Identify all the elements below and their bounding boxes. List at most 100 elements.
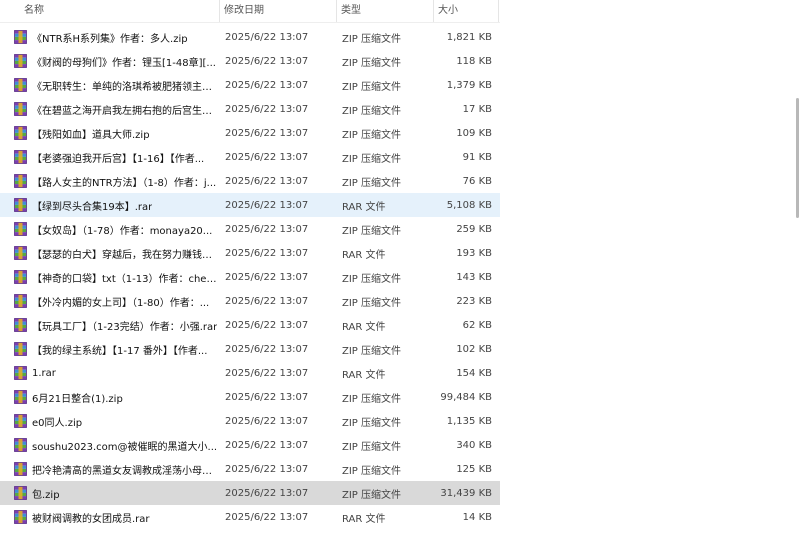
file-name: 6月21日整合(1).zip xyxy=(32,393,123,405)
file-type: ZIP 压缩文件 xyxy=(342,105,402,117)
file-date: 2025/6/22 13:07 xyxy=(225,439,309,451)
file-name-cell[interactable]: 【我的绿主系统】【1-17 番外】【作者... xyxy=(0,342,220,357)
file-date: 2025/6/22 13:07 xyxy=(225,31,309,43)
file-size: 223 KB xyxy=(456,295,492,307)
archive-icon xyxy=(14,342,27,356)
file-type: ZIP 压缩文件 xyxy=(342,297,402,309)
file-row[interactable]: 《NTR系H系列集》作者：多人.zip 2025/6/22 13:07 ZIP 压缩… xyxy=(0,25,500,49)
file-row[interactable]: 【瑟瑟的白犬】穿越后，我在努力赚钱饲... 2025/6/22 13:07 RAR … xyxy=(0,241,500,265)
column-header-size[interactable]: 大小 xyxy=(434,0,499,22)
file-explorer-window: ^ 名称 修改日期 类型 大小 《NTR系H系列集》作者：多人.zip 2025/… xyxy=(0,0,800,538)
file-name-cell[interactable]: 【老婆强迫我开后宫】【1-16】【作者... xyxy=(0,150,220,165)
file-row[interactable]: 《无职转生：单纯的洛琪希被肥猪领主邀... 2025/6/22 13:07 ZIP … xyxy=(0,73,500,97)
sort-ascending-icon: ^ xyxy=(114,0,121,4)
file-name-cell[interactable]: 【瑟瑟的白犬】穿越后，我在努力赚钱饲... xyxy=(0,246,220,261)
file-size: 1,379 KB xyxy=(446,79,492,91)
column-header-name[interactable]: ^ 名称 xyxy=(0,0,220,22)
file-name-cell[interactable]: soushu2023.com@被催眠的黑道大小... xyxy=(0,438,220,453)
file-row[interactable]: 6月21日整合(1).zip 2025/6/22 13:07 ZIP 压缩文件 99,… xyxy=(0,385,500,409)
file-name-cell[interactable]: 【残阳如血】道具大师.zip xyxy=(0,126,220,141)
file-name-cell[interactable]: 【路人女主的NTR方法】（1-8）作者：j... xyxy=(0,174,220,189)
file-name: 【残阳如血】道具大师.zip xyxy=(32,129,150,141)
column-header-date[interactable]: 修改日期 xyxy=(220,0,337,22)
column-header-name-label: 名称 xyxy=(24,5,44,16)
file-row[interactable]: 《财阀的母狗们》作者：锂玉[1-48章][... 2025/6/22 13:07 Z… xyxy=(0,49,500,73)
archive-icon xyxy=(14,198,27,212)
archive-icon xyxy=(14,174,27,188)
file-date: 2025/6/22 13:07 xyxy=(225,103,309,115)
file-name-cell[interactable]: 【绿到尽头合集19本】.rar xyxy=(0,198,220,213)
file-date: 2025/6/22 13:07 xyxy=(225,463,309,475)
file-size: 17 KB xyxy=(462,103,492,115)
file-name: 包.zip xyxy=(32,489,60,501)
file-name: 被财阀调教的女团成员.rar xyxy=(32,513,150,525)
file-name-cell[interactable]: 【玩具工厂】（1-23完结）作者：小强.rar xyxy=(0,318,220,333)
file-name-cell[interactable]: e0同人.zip xyxy=(0,414,220,429)
archive-icon xyxy=(14,390,27,404)
file-date: 2025/6/22 13:07 xyxy=(225,271,309,283)
column-header-type-label: 类型 xyxy=(341,5,361,16)
file-size: 1,821 KB xyxy=(446,31,492,43)
file-name-cell[interactable]: 《财阀的母狗们》作者：锂玉[1-48章][... xyxy=(0,54,220,69)
archive-icon xyxy=(14,414,27,428)
archive-icon xyxy=(14,270,27,284)
file-name: 【神奇的口袋】txt（1-13）作者：chen... xyxy=(32,273,220,285)
file-row[interactable]: 【路人女主的NTR方法】（1-8）作者：j... 2025/6/22 13:07 Z… xyxy=(0,169,500,193)
file-row[interactable]: e0同人.zip 2025/6/22 13:07 ZIP 压缩文件 1,135 KB xyxy=(0,409,500,433)
file-name-cell[interactable]: 【外冷内媚的女上司】（1-80）作者：... xyxy=(0,294,220,309)
file-row[interactable]: 【女奴岛】（1-78）作者：monaya20... 2025/6/22 13:07… xyxy=(0,217,500,241)
file-row[interactable]: 《在碧蓝之海开启我左拥右抱的后宫生活... 2025/6/22 13:07 ZIP … xyxy=(0,97,500,121)
column-header-size-label: 大小 xyxy=(438,5,458,16)
file-row[interactable]: 【神奇的口袋】txt（1-13）作者：chen... 2025/6/22 13:0… xyxy=(0,265,500,289)
file-row[interactable]: 包.zip 2025/6/22 13:07 ZIP 压缩文件 31,439 KB xyxy=(0,481,500,505)
file-name-cell[interactable]: 《无职转生：单纯的洛琪希被肥猪领主邀... xyxy=(0,78,220,93)
file-date: 2025/6/22 13:07 xyxy=(225,151,309,163)
file-name-cell[interactable]: 【女奴岛】（1-78）作者：monaya20... xyxy=(0,222,220,237)
file-name-cell[interactable]: 6月21日整合(1).zip xyxy=(0,390,220,405)
file-type: ZIP 压缩文件 xyxy=(342,129,402,141)
column-header-type[interactable]: 类型 xyxy=(337,0,434,22)
archive-icon xyxy=(14,510,27,524)
file-name-cell[interactable]: 《在碧蓝之海开启我左拥右抱的后宫生活... xyxy=(0,102,220,117)
scrollbar-thumb[interactable] xyxy=(796,98,799,218)
file-name-cell[interactable]: 把冷艳清高的黑道女友调教成淫荡小母狗... xyxy=(0,462,220,477)
file-row[interactable]: 【玩具工厂】（1-23完结）作者：小强.rar 2025/6/22 13:07 RA… xyxy=(0,313,500,337)
archive-icon xyxy=(14,102,27,116)
file-row[interactable]: 1.rar 2025/6/22 13:07 RAR 文件 154 KB xyxy=(0,361,500,385)
file-name: 《无职转生：单纯的洛琪希被肥猪领主邀... xyxy=(32,81,220,93)
file-name-cell[interactable]: 1.rar xyxy=(0,366,220,380)
file-name-cell[interactable]: 包.zip xyxy=(0,486,220,501)
file-row[interactable]: 被财阀调教的女团成员.rar 2025/6/22 13:07 RAR 文件 14 KB xyxy=(0,505,500,529)
file-type: ZIP 压缩文件 xyxy=(342,393,402,405)
file-name-cell[interactable]: 被财阀调教的女团成员.rar xyxy=(0,510,220,525)
file-size: 62 KB xyxy=(462,319,492,331)
file-size: 109 KB xyxy=(456,127,492,139)
file-name-cell[interactable]: 《NTR系H系列集》作者：多人.zip xyxy=(0,30,220,45)
file-size: 1,135 KB xyxy=(446,415,492,427)
file-type: RAR 文件 xyxy=(342,513,386,525)
archive-icon xyxy=(14,30,27,44)
file-row[interactable]: 【我的绿主系统】【1-17 番外】【作者... 2025/6/22 13:07 ZI… xyxy=(0,337,500,361)
file-type: ZIP 压缩文件 xyxy=(342,225,402,237)
vertical-scrollbar[interactable] xyxy=(794,0,800,538)
file-name: 【瑟瑟的白犬】穿越后，我在努力赚钱饲... xyxy=(32,249,220,261)
file-date: 2025/6/22 13:07 xyxy=(225,295,309,307)
file-size: 154 KB xyxy=(456,367,492,379)
file-type: ZIP 压缩文件 xyxy=(342,441,402,453)
file-row[interactable]: 【残阳如血】道具大师.zip 2025/6/22 13:07 ZIP 压缩文件 109… xyxy=(0,121,500,145)
file-row[interactable]: 【绿到尽头合集19本】.rar 2025/6/22 13:07 RAR 文件 5,10… xyxy=(0,193,500,217)
file-type: ZIP 压缩文件 xyxy=(342,33,402,45)
file-type: ZIP 压缩文件 xyxy=(342,177,402,189)
file-name-cell[interactable]: 【神奇的口袋】txt（1-13）作者：chen... xyxy=(0,270,220,285)
file-row[interactable]: 把冷艳清高的黑道女友调教成淫荡小母狗... 2025/6/22 13:07 ZIP … xyxy=(0,457,500,481)
file-row[interactable]: 【老婆强迫我开后宫】【1-16】【作者... 2025/6/22 13:07 ZIP… xyxy=(0,145,500,169)
file-row[interactable]: soushu2023.com@被催眠的黑道大小... 2025/6/22 13:0… xyxy=(0,433,500,457)
archive-icon xyxy=(14,54,27,68)
archive-icon xyxy=(14,438,27,452)
file-size: 99,484 KB xyxy=(440,391,492,403)
file-date: 2025/6/22 13:07 xyxy=(225,319,309,331)
file-row[interactable]: 【外冷内媚的女上司】（1-80）作者：... 2025/6/22 13:07 ZIP… xyxy=(0,289,500,313)
file-size: 259 KB xyxy=(456,223,492,235)
file-type: ZIP 压缩文件 xyxy=(342,57,402,69)
archive-icon xyxy=(14,486,27,500)
